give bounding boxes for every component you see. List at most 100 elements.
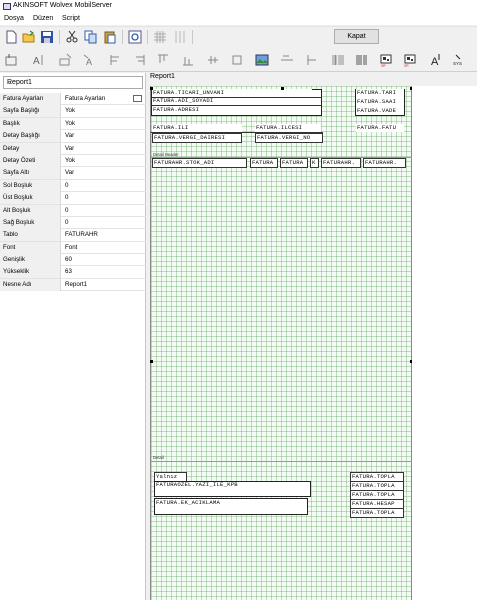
property-value[interactable]: 63 — [65, 266, 72, 278]
property-value[interactable]: Var — [65, 130, 74, 142]
canvas-margin — [412, 86, 477, 600]
field-detail-4[interactable]: K — [310, 158, 319, 168]
vline-tool-icon[interactable] — [303, 52, 319, 68]
report-canvas[interactable]: FATURA.TICARI_UNVANI FATURA.ADI_SOYADI F… — [150, 86, 413, 600]
field-yazi-ile[interactable]: FATURAOZEL.YAZI_ILE_KPB — [155, 481, 305, 489]
field-vergi-dairesi[interactable]: FATURA.VERGI_DAIRESI — [152, 133, 242, 143]
menu-dosya[interactable]: Dosya — [4, 15, 24, 22]
font-size-icon[interactable]: A — [428, 52, 444, 68]
field-tool-icon[interactable] — [58, 52, 74, 68]
property-row[interactable]: Yükseklik 63 — [0, 266, 146, 279]
property-value[interactable]: 0 — [65, 217, 68, 229]
property-row[interactable]: Tablo FATURAHR — [0, 229, 146, 242]
align-right-icon[interactable] — [131, 52, 147, 68]
select-icon[interactable] — [3, 52, 19, 68]
field-detail-2[interactable]: FATURA — [250, 158, 278, 168]
property-grid: Fatura Ayarları Fatura Ayarları Sayfa Başl… — [0, 93, 146, 292]
property-checkbox[interactable] — [133, 95, 142, 102]
property-value[interactable]: FATURAHR — [65, 229, 98, 241]
design-toolbar: A A QR QR A SYS — [0, 48, 477, 72]
field-vade[interactable]: FATURA.VADE — [356, 107, 404, 115]
field-detail-5[interactable]: FATURAHR. — [321, 158, 361, 168]
field-detail-3[interactable]: FATURA — [280, 158, 308, 168]
property-value[interactable]: Yok — [65, 118, 75, 130]
report-select[interactable]: Report1 ⌄ — [3, 76, 143, 89]
property-value[interactable]: Var — [65, 167, 74, 179]
property-row[interactable]: Sayfa Altı Var — [0, 167, 146, 180]
property-row[interactable]: Nesne Adı Report1 — [0, 278, 146, 292]
property-value[interactable]: Var — [65, 143, 74, 155]
barcode-icon[interactable] — [330, 52, 346, 68]
align-left-icon[interactable] — [108, 52, 124, 68]
property-row[interactable]: Sol Boşluk 0 — [0, 179, 146, 193]
property-row[interactable]: Alt Boşluk 0 — [0, 204, 146, 217]
property-value[interactable]: Fatura Ayarları — [65, 93, 105, 105]
property-value[interactable]: 0 — [65, 180, 68, 192]
field-ili[interactable]: FATURA.ILI — [152, 124, 242, 132]
grid-icon[interactable] — [152, 29, 168, 45]
svg-text:A: A — [33, 56, 40, 67]
field-toplam-4[interactable]: FATURA.TOPLA — [350, 508, 404, 518]
open-icon[interactable] — [21, 29, 37, 45]
field-adresi[interactable]: FATURA.ADRESI — [152, 106, 312, 114]
paste-icon[interactable] — [102, 29, 118, 45]
property-row[interactable]: Detay Özeti Yok — [0, 154, 146, 168]
field-saat[interactable]: FATURA.SAAI — [356, 98, 404, 106]
menu-duzen[interactable]: Düzen — [33, 15, 53, 22]
property-value[interactable]: Font — [65, 242, 77, 254]
svg-text:SYS: SYS — [453, 61, 462, 66]
save-icon[interactable] — [39, 29, 55, 45]
image-tool-icon[interactable] — [254, 52, 270, 68]
field-ek-aciklama[interactable]: FATURA.EK_ACIKLAMA — [155, 499, 305, 507]
cut-icon[interactable] — [64, 29, 80, 45]
property-value[interactable]: 0 — [65, 192, 68, 204]
property-key: Tablo — [0, 229, 61, 242]
hline-tool-icon[interactable] — [279, 52, 295, 68]
field-ticari-unvani[interactable]: FATURA.TICARI_UNVANI — [152, 89, 312, 97]
svg-text:QR: QR — [381, 64, 386, 68]
qr-icon[interactable]: QR — [378, 52, 394, 68]
property-row[interactable]: Üst Boşluk 0 — [0, 192, 146, 205]
property-row[interactable]: Fatura Ayarları Fatura Ayarları — [0, 93, 146, 106]
menu-script[interactable]: Script — [62, 15, 80, 22]
property-value[interactable]: 0 — [65, 205, 68, 217]
property-row[interactable]: Sayfa Başlığı Yok — [0, 105, 146, 118]
svg-text:QR: QR — [404, 64, 409, 68]
property-value[interactable]: Report1 — [65, 279, 87, 291]
property-row[interactable]: Detay Başlığı Var — [0, 130, 146, 143]
align-top-icon[interactable] — [155, 52, 171, 68]
property-row[interactable]: Başlık Yok — [0, 117, 146, 131]
property-key: Alt Boşluk — [0, 204, 61, 217]
field-stok-adi[interactable]: FATURAHR.STOK_ADI — [152, 158, 247, 168]
size-icon[interactable] — [230, 52, 246, 68]
field-ilcesi[interactable]: FATURA.ILCESI — [255, 124, 321, 132]
copy-icon[interactable] — [83, 29, 99, 45]
property-row[interactable]: Detay Var — [0, 142, 146, 155]
property-key: Başlık — [0, 117, 61, 130]
sys-var-icon[interactable]: SYS — [452, 52, 468, 68]
label-tool-icon[interactable]: A — [82, 52, 98, 68]
qr-color-icon[interactable]: QR — [402, 52, 418, 68]
field-fatura-no[interactable]: FATURA.FATU — [356, 124, 404, 132]
property-row[interactable]: Sağ Boşluk 0 — [0, 216, 146, 230]
field-tarih[interactable]: FATURA.TARI — [356, 89, 404, 97]
align-middle-icon[interactable] — [205, 52, 221, 68]
field-vergi-no[interactable]: FATURA.VERGI_NO — [255, 133, 323, 143]
close-button[interactable]: Kapat — [334, 29, 379, 44]
property-value[interactable]: Yok — [65, 155, 75, 167]
preview-icon[interactable] — [127, 29, 143, 45]
new-icon[interactable] — [3, 29, 19, 45]
align-bottom-icon[interactable] — [180, 52, 196, 68]
properties-panel: Report1 ⌄ Fatura Ayarları Fatura Ayarları… — [0, 73, 146, 600]
barcode-color-icon[interactable] — [354, 52, 370, 68]
text-tool-icon[interactable]: A — [31, 52, 47, 68]
property-value[interactable]: Yok — [65, 105, 75, 117]
property-row[interactable]: Genişlik 60 — [0, 254, 146, 267]
snap-icon[interactable] — [172, 29, 188, 45]
property-key: Sol Boşluk — [0, 179, 61, 192]
field-detail-6[interactable]: FATURAHR. — [363, 158, 406, 168]
field-adi-soyadi[interactable]: FATURA.ADI_SOYADI — [152, 97, 312, 105]
property-key: Sayfa Altı — [0, 167, 61, 180]
property-row[interactable]: Font Font — [0, 241, 146, 255]
property-value[interactable]: 60 — [65, 254, 72, 266]
